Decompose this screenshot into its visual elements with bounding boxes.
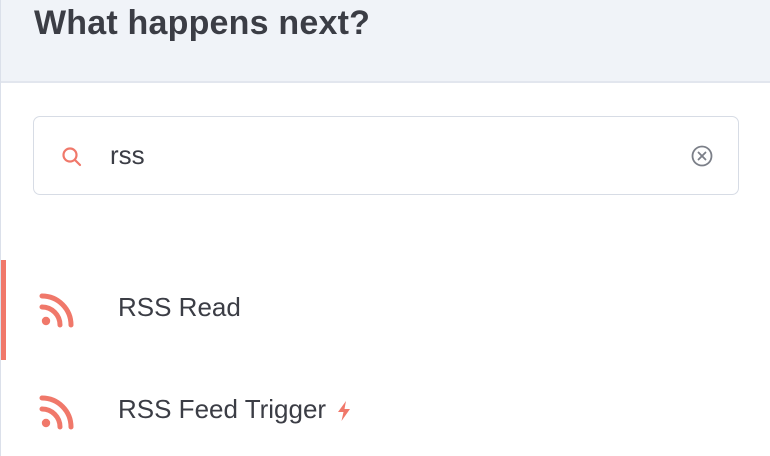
- rss-icon: [39, 394, 75, 430]
- search-icon: [60, 145, 84, 169]
- lightning-bolt-icon: [336, 398, 352, 422]
- search-input[interactable]: [110, 135, 670, 175]
- result-item-rss-read[interactable]: RSS Read: [1, 260, 770, 360]
- panel-title: What happens next?: [34, 4, 371, 42]
- panel-header: What happens next?: [1, 0, 770, 83]
- result-label-row: RSS Feed Trigger: [118, 394, 352, 425]
- clear-search-icon[interactable]: [690, 144, 714, 168]
- search-box[interactable]: [33, 116, 739, 195]
- result-label: RSS Read: [118, 292, 241, 322]
- result-item-rss-feed-trigger[interactable]: RSS Feed Trigger: [1, 362, 770, 456]
- result-label: RSS Feed Trigger: [118, 394, 327, 424]
- rss-icon: [39, 292, 75, 328]
- node-creator-panel: What happens next? RSS Read: [0, 0, 770, 456]
